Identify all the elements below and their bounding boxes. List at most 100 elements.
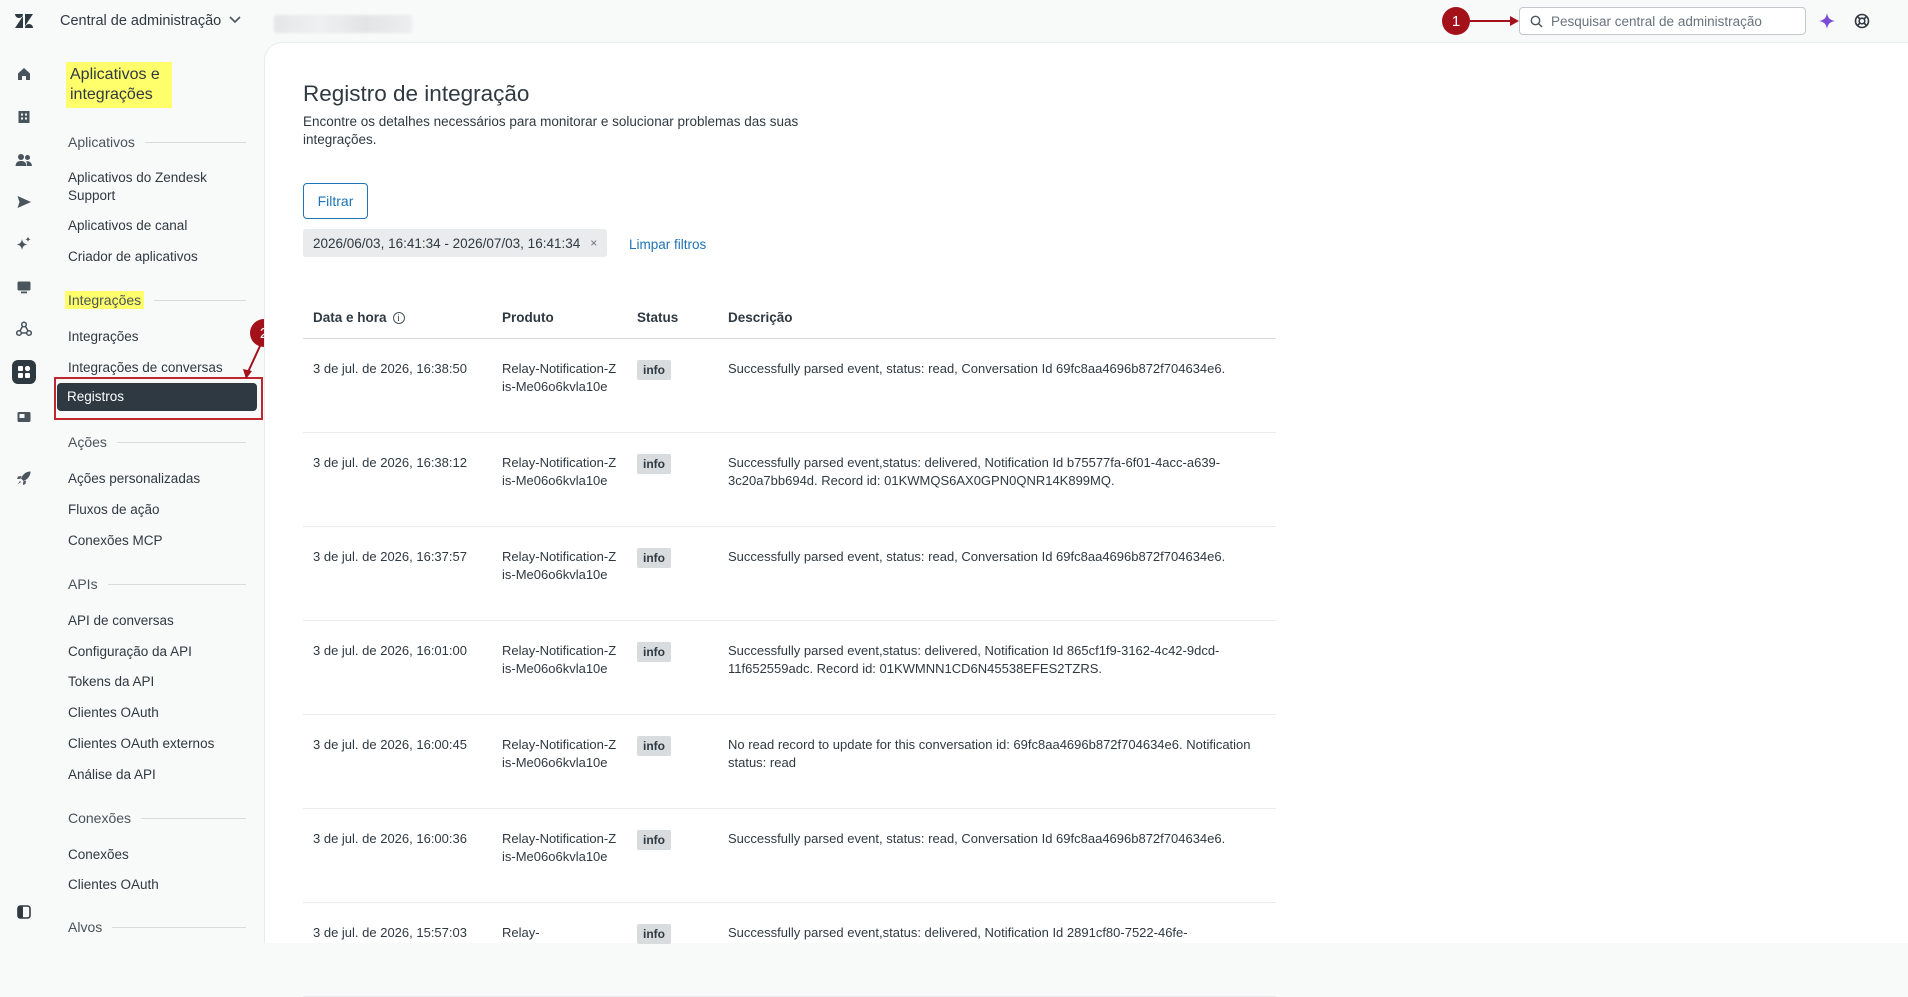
panel-toggle-icon[interactable] [12,900,36,924]
admin-search[interactable] [1519,7,1806,35]
top-bar: Central de administração 1 [0,0,1908,42]
nav-item-mcp-connections[interactable]: Conexões MCP [68,532,238,550]
cell-product: Relay-Notification-Zis-Me06o6kvla10e [492,808,627,903]
cell-product: Relay-Notification-Zis-Me06o6kvla10e [492,620,627,715]
cell-status: info [627,620,718,715]
annotation-marker-1: 1 [1442,7,1470,35]
help-lifebuoy-icon[interactable] [1852,11,1872,31]
nav-item-channel-apps[interactable]: Aplicativos de canal [68,217,238,235]
nav-item-api-config[interactable]: Configuração da API [68,643,238,661]
blurred-account-name [274,15,412,33]
column-header-product: Produto [492,298,627,339]
page-title: Registro de integração [303,81,530,106]
close-icon[interactable]: × [590,236,597,250]
people-icon[interactable] [12,148,36,172]
cell-datetime: 3 de jul. de 2026, 16:38:12 [303,432,492,527]
building-icon[interactable] [12,105,36,129]
nav-item-api-tokens[interactable]: Tokens da API [68,673,238,691]
cell-product: Relay- [492,902,627,997]
send-icon[interactable] [12,190,36,214]
filter-button[interactable]: Filtrar [303,183,368,219]
nav-item-integrations[interactable]: Integrações [68,328,238,346]
cell-description: Successfully parsed event, status: read,… [718,808,1276,903]
sparkle-icon[interactable] [12,232,36,256]
product-switcher[interactable]: Central de administração [60,13,241,29]
cell-product: Relay-Notification-Zis-Me06o6kvla10e [492,338,627,433]
cell-status: info [627,714,718,809]
nav-item-custom-actions[interactable]: Ações personalizadas [68,470,238,488]
date-range-filter-chip: 2026/06/03, 16:41:34 - 2026/07/03, 16:41… [303,229,608,257]
status-badge: info [637,453,671,474]
cell-description: Successfully parsed event, status: read,… [718,338,1276,433]
nav-title: Aplicativos e integrações [66,62,172,108]
table-row[interactable]: 3 de jul. de 2026, 16:38:50 Relay-Notifi… [303,338,1276,433]
cell-datetime: 3 de jul. de 2026, 16:38:50 [303,338,492,433]
column-header-description: Descrição [718,298,1276,339]
nav-section-actions: Ações [68,434,246,450]
cell-product: Relay-Notification-Zis-Me06o6kvla10e [492,526,627,621]
info-icon[interactable]: i [392,312,405,325]
zendesk-logo-icon[interactable] [14,12,34,30]
chip-label: 2026/06/03, 16:41:34 - 2026/07/03, 16:41… [313,235,581,251]
column-header-datetime[interactable]: Data e hora i [303,298,492,339]
nav-item-zendesk-support-apps[interactable]: Aplicativos do Zendesk Support [68,169,238,205]
nav-section-apis: APIs [68,576,246,592]
cell-product: Relay-Notification-Zis-Me06o6kvla10e [492,432,627,527]
table-row[interactable]: 3 de jul. de 2026, 16:00:36 Relay-Notifi… [303,808,1276,903]
nav-item-oauth-clients[interactable]: Clientes OAuth [68,704,238,722]
objects-icon[interactable] [12,317,36,341]
nav-item-conversations-api[interactable]: API de conversas [68,612,238,630]
clear-filters-link[interactable]: Limpar filtros [629,237,706,252]
cell-datetime: 3 de jul. de 2026, 16:00:45 [303,714,492,809]
workspace-icon[interactable] [12,405,36,429]
annotation-arrow-icon [1470,16,1519,26]
chevron-down-icon [229,15,241,27]
table-row[interactable]: 3 de jul. de 2026, 16:01:00 Relay-Notifi… [303,620,1276,715]
cell-datetime: 3 de jul. de 2026, 16:00:36 [303,808,492,903]
cell-description: Successfully parsed event, status: read,… [718,526,1276,621]
nav-item-api-analysis[interactable]: Análise da API [68,766,238,784]
nav-item-external-oauth-clients[interactable]: Clientes OAuth externos [68,735,238,753]
nav-item-conversation-integrations[interactable]: Integrações de conversas [68,359,238,377]
table-row[interactable]: 3 de jul. de 2026, 16:37:57 Relay-Notifi… [303,526,1276,621]
table-header-row: Data e hora i Produto Status Descrição [303,298,1276,339]
search-input[interactable] [1551,13,1791,29]
annotation-highlight-box [54,377,263,420]
cell-datetime: 3 de jul. de 2026, 16:37:57 [303,526,492,621]
table-row[interactable]: 3 de jul. de 2026, 15:57:03 Relay- info … [303,902,1276,997]
table-row[interactable]: 3 de jul. de 2026, 16:38:12 Relay-Notifi… [303,432,1276,527]
nav-section-integrations: Integrações [65,291,246,309]
status-badge: info [637,641,671,662]
apps-icon[interactable] [12,360,36,384]
status-badge: info [637,359,671,380]
cell-status: info [627,526,718,621]
nav-item-action-flows[interactable]: Fluxos de ação [68,501,238,519]
status-badge: info [637,829,671,850]
table-row[interactable]: 3 de jul. de 2026, 16:00:45 Relay-Notifi… [303,714,1276,809]
cell-description: Successfully parsed event,status: delive… [718,620,1276,715]
cell-description: No read record to update for this conver… [718,714,1276,809]
status-badge: info [637,735,671,756]
cell-status: info [627,902,718,997]
cell-status: info [627,338,718,433]
product-rail [0,42,48,943]
rocket-icon[interactable] [12,466,36,490]
cell-datetime: 3 de jul. de 2026, 15:57:03 [303,902,492,997]
annotation-arrow-icon [243,345,261,379]
nav-item-connections[interactable]: Conexões [68,846,238,864]
status-badge: info [637,923,671,944]
cell-datetime: 3 de jul. de 2026, 16:01:00 [303,620,492,715]
home-icon[interactable] [12,62,36,86]
nav-section-targets: Alvos [68,919,246,935]
search-icon [1530,15,1543,27]
status-badge: info [637,547,671,568]
main-panel: Registro de integração Encontre os detal… [264,42,1908,997]
cell-description: Successfully parsed event,status: delive… [718,902,1276,997]
cell-product: Relay-Notification-Zis-Me06o6kvla10e [492,714,627,809]
integration-log-table: Data e hora i Produto Status Descrição 3 … [303,298,1276,997]
ai-sparkle-icon[interactable] [1817,11,1837,31]
nav-item-app-builder[interactable]: Criador de aplicativos [68,248,238,266]
cell-status: info [627,808,718,903]
nav-item-connections-oauth-clients[interactable]: Clientes OAuth [68,876,238,894]
monitor-icon[interactable] [12,275,36,299]
